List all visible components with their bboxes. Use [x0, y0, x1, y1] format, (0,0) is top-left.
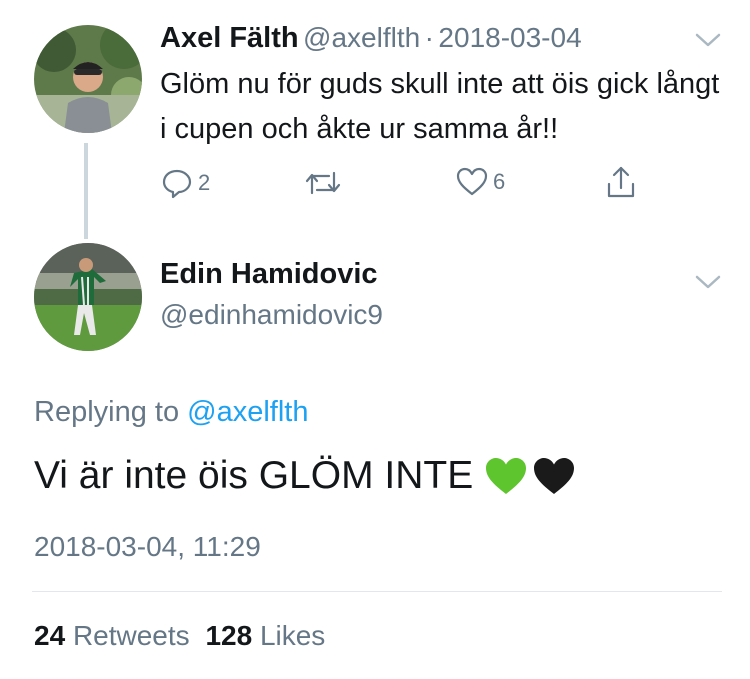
reply-action[interactable]: 2 — [160, 166, 210, 200]
avatar-axel[interactable] — [34, 25, 142, 133]
share-icon — [607, 166, 635, 198]
black-heart-icon — [534, 458, 575, 494]
reply-icon — [162, 169, 192, 199]
date-separator: · — [424, 22, 434, 53]
like-count: 6 — [493, 169, 506, 194]
tweet-stats: 24 Retweets 128 Likes — [34, 620, 325, 652]
replying-prefix: Replying to — [34, 396, 180, 428]
heart-outline-icon — [456, 167, 488, 196]
main-author-handle[interactable]: @edinhamidovic9 — [160, 299, 383, 331]
likes-stat[interactable]: 128 Likes — [205, 620, 325, 651]
reply-count: 2 — [198, 170, 211, 195]
avatar-edin[interactable] — [34, 243, 142, 351]
stats-divider — [32, 591, 722, 592]
like-action[interactable]: 6 — [455, 166, 505, 198]
share-action[interactable] — [604, 164, 638, 200]
parent-tweet-text: Glöm nu för guds skull inte att öis gick… — [160, 68, 720, 145]
green-heart-icon — [486, 458, 527, 494]
parent-tweet-date[interactable]: 2018-03-04 — [438, 22, 581, 53]
replying-to-link[interactable]: @axelflth — [187, 396, 308, 428]
thread-connector-line — [84, 143, 88, 239]
replying-to-line: Replying to @axelflth — [34, 396, 308, 429]
retweets-count: 24 — [34, 620, 66, 651]
main-author-name[interactable]: Edin Hamidovic — [160, 258, 378, 291]
likes-label: Likes — [259, 620, 326, 651]
parent-author-name[interactable]: Axel Fälth — [160, 22, 299, 54]
retweets-label: Retweets — [72, 620, 190, 651]
parent-author-handle[interactable]: @axelflth — [303, 22, 420, 53]
likes-count: 128 — [205, 620, 253, 651]
chevron-down-icon[interactable] — [694, 30, 722, 55]
retweets-stat[interactable]: 24 Retweets — [34, 620, 190, 651]
chevron-down-icon[interactable] — [694, 272, 722, 297]
retweet-action[interactable] — [304, 166, 342, 200]
main-tweet-body: Vi är inte öis GLÖM INTE — [34, 454, 577, 498]
main-tweet-text: Vi är inte öis GLÖM INTE — [34, 454, 474, 497]
parent-tweet-header: Axel Fälth @axelflth · 2018-03-04 — [160, 22, 582, 55]
retweet-icon — [305, 171, 341, 195]
main-tweet-timestamp[interactable]: 2018-03-04, 11:29 — [34, 531, 261, 563]
